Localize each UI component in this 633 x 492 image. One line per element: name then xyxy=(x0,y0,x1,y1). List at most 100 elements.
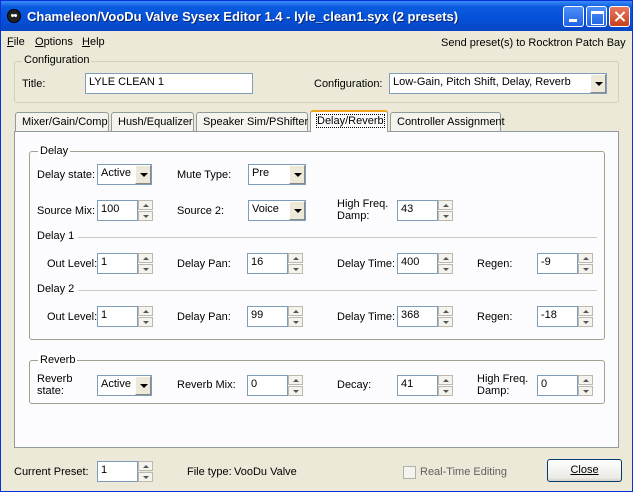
spin-down-icon[interactable] xyxy=(438,211,453,221)
spin-down-icon[interactable] xyxy=(578,317,593,327)
spin-up-icon[interactable] xyxy=(288,306,303,316)
spin-down-icon[interactable] xyxy=(288,317,303,327)
spinner-buttons xyxy=(438,200,453,221)
spin-up-icon[interactable] xyxy=(288,375,303,385)
spin-up-icon[interactable] xyxy=(138,461,153,471)
close-window-button[interactable] xyxy=(609,6,630,27)
tab-speaker-sim-pshifter[interactable]: Speaker Sim/PShifter xyxy=(196,112,308,131)
delay1-out-level-input[interactable]: 1 xyxy=(97,253,138,274)
title-input[interactable]: LYLE CLEAN 1 xyxy=(85,73,253,94)
chevron-down-icon[interactable] xyxy=(289,201,305,220)
delay-state-value: Active xyxy=(101,167,131,179)
realtime-editing-checkbox[interactable] xyxy=(403,466,416,479)
reverb-hfd-input[interactable]: 0 xyxy=(537,375,578,396)
spin-down-icon[interactable] xyxy=(438,386,453,396)
spinner-buttons xyxy=(438,375,453,396)
spinner-buttons xyxy=(438,306,453,327)
spin-down-icon[interactable] xyxy=(288,386,303,396)
source-mix-input[interactable]: 100 xyxy=(97,200,138,221)
source-mix-spinner[interactable]: 100 xyxy=(97,200,153,221)
delay2-time-input[interactable]: 368 xyxy=(397,306,438,327)
spin-up-icon[interactable] xyxy=(438,375,453,385)
delay2-pan-spinner[interactable]: 99 xyxy=(247,306,303,327)
tab-label: Mixer/Gain/Comp xyxy=(22,116,108,128)
decay-label: Decay: xyxy=(337,379,372,391)
chameleon-app-icon[interactable] xyxy=(7,9,21,23)
menu-file[interactable]: File xyxy=(7,36,25,48)
source2-select[interactable]: Voice xyxy=(248,200,306,221)
spin-down-icon[interactable] xyxy=(438,264,453,274)
tab-controller-assignment[interactable]: Controller Assignment xyxy=(390,112,505,131)
spin-up-icon[interactable] xyxy=(578,253,593,263)
menu-help[interactable]: Help xyxy=(82,36,105,48)
title-bar[interactable]: Chameleon/VooDu Valve Sysex Editor 1.4 -… xyxy=(1,1,632,31)
delay2-time-spinner[interactable]: 368 xyxy=(397,306,453,327)
current-preset-spinner[interactable]: 1 xyxy=(97,461,153,482)
chevron-down-icon[interactable] xyxy=(289,165,305,184)
spin-down-icon[interactable] xyxy=(138,472,153,482)
spin-up-icon[interactable] xyxy=(578,306,593,316)
spin-up-icon[interactable] xyxy=(138,253,153,263)
menu-bar: File Options Help Send preset(s) to Rock… xyxy=(1,33,632,51)
reverb-mix-input[interactable]: 0 xyxy=(247,375,288,396)
chevron-down-icon[interactable] xyxy=(135,376,151,395)
spin-up-icon[interactable] xyxy=(438,253,453,263)
delay1-regen-spinner[interactable]: -9 xyxy=(537,253,593,274)
title-label: Title: xyxy=(22,78,46,90)
delay2-regen-input[interactable]: -18 xyxy=(537,306,578,327)
reverb-state-label: Reverb state: xyxy=(37,373,73,397)
tab-mixer-gain-comp[interactable]: Mixer/Gain/Comp xyxy=(15,112,109,131)
spin-down-icon[interactable] xyxy=(578,264,593,274)
delay1-regen-input[interactable]: -9 xyxy=(537,253,578,274)
spin-down-icon[interactable] xyxy=(138,211,153,221)
spin-down-icon[interactable] xyxy=(578,386,593,396)
spin-down-icon[interactable] xyxy=(288,264,303,274)
source2-label: Source 2: xyxy=(177,205,225,217)
spin-up-icon[interactable] xyxy=(288,253,303,263)
tab-label: Controller Assignment xyxy=(397,116,505,128)
minimize-button[interactable] xyxy=(563,6,584,27)
delay1-out-level-spinner[interactable]: 1 xyxy=(97,253,153,274)
reverb-state-select[interactable]: Active xyxy=(97,375,152,396)
spin-up-icon[interactable] xyxy=(578,375,593,385)
spin-down-icon[interactable] xyxy=(138,264,153,274)
tab-hush-equalizer[interactable]: Hush/Equalizer xyxy=(111,112,194,131)
delay-state-label: Delay state: xyxy=(37,169,96,181)
delay2-out-level-input[interactable]: 1 xyxy=(97,306,138,327)
current-preset-input[interactable]: 1 xyxy=(97,461,138,482)
spin-down-icon[interactable] xyxy=(138,317,153,327)
configuration-select[interactable]: Low-Gain, Pitch Shift, Delay, Reverb xyxy=(389,73,607,94)
close-button[interactable]: Close xyxy=(547,459,622,482)
spin-down-icon[interactable] xyxy=(438,317,453,327)
send-presets-link[interactable]: Send preset(s) to Rocktron Patch Bay xyxy=(441,37,626,49)
spin-up-icon[interactable] xyxy=(438,200,453,210)
spin-up-icon[interactable] xyxy=(138,200,153,210)
reverb-hfd-spinner[interactable]: 0 xyxy=(537,375,593,396)
maximize-button[interactable] xyxy=(586,6,607,27)
menu-options[interactable]: Options xyxy=(35,36,73,48)
delay1-time-spinner[interactable]: 400 xyxy=(397,253,453,274)
tab-label: Delay/Reverb xyxy=(316,114,385,128)
delay2-pan-input[interactable]: 99 xyxy=(247,306,288,327)
delay2-out-level-spinner[interactable]: 1 xyxy=(97,306,153,327)
delay1-out-level-label: Out Level: xyxy=(47,258,98,270)
delay-state-select[interactable]: Active xyxy=(97,164,152,185)
delay2-regen-spinner[interactable]: -18 xyxy=(537,306,593,327)
delay-hfd-input[interactable]: 43 xyxy=(397,200,438,221)
decay-input[interactable]: 41 xyxy=(397,375,438,396)
tab-label: Speaker Sim/PShifter xyxy=(203,116,309,128)
delay1-time-input[interactable]: 400 xyxy=(397,253,438,274)
chevron-down-icon[interactable] xyxy=(135,165,151,184)
window-title: Chameleon/VooDu Valve Sysex Editor 1.4 -… xyxy=(27,9,459,24)
reverb-mix-spinner[interactable]: 0 xyxy=(247,375,303,396)
delay1-divider xyxy=(37,237,597,238)
delay1-pan-spinner[interactable]: 16 xyxy=(247,253,303,274)
tab-delay-reverb[interactable]: Delay/Reverb xyxy=(310,110,388,132)
mute-type-select[interactable]: Pre xyxy=(248,164,306,185)
delay-hfd-spinner[interactable]: 43 xyxy=(397,200,453,221)
spin-up-icon[interactable] xyxy=(438,306,453,316)
delay1-pan-input[interactable]: 16 xyxy=(247,253,288,274)
decay-spinner[interactable]: 41 xyxy=(397,375,453,396)
spin-up-icon[interactable] xyxy=(138,306,153,316)
chevron-down-icon[interactable] xyxy=(590,74,606,93)
